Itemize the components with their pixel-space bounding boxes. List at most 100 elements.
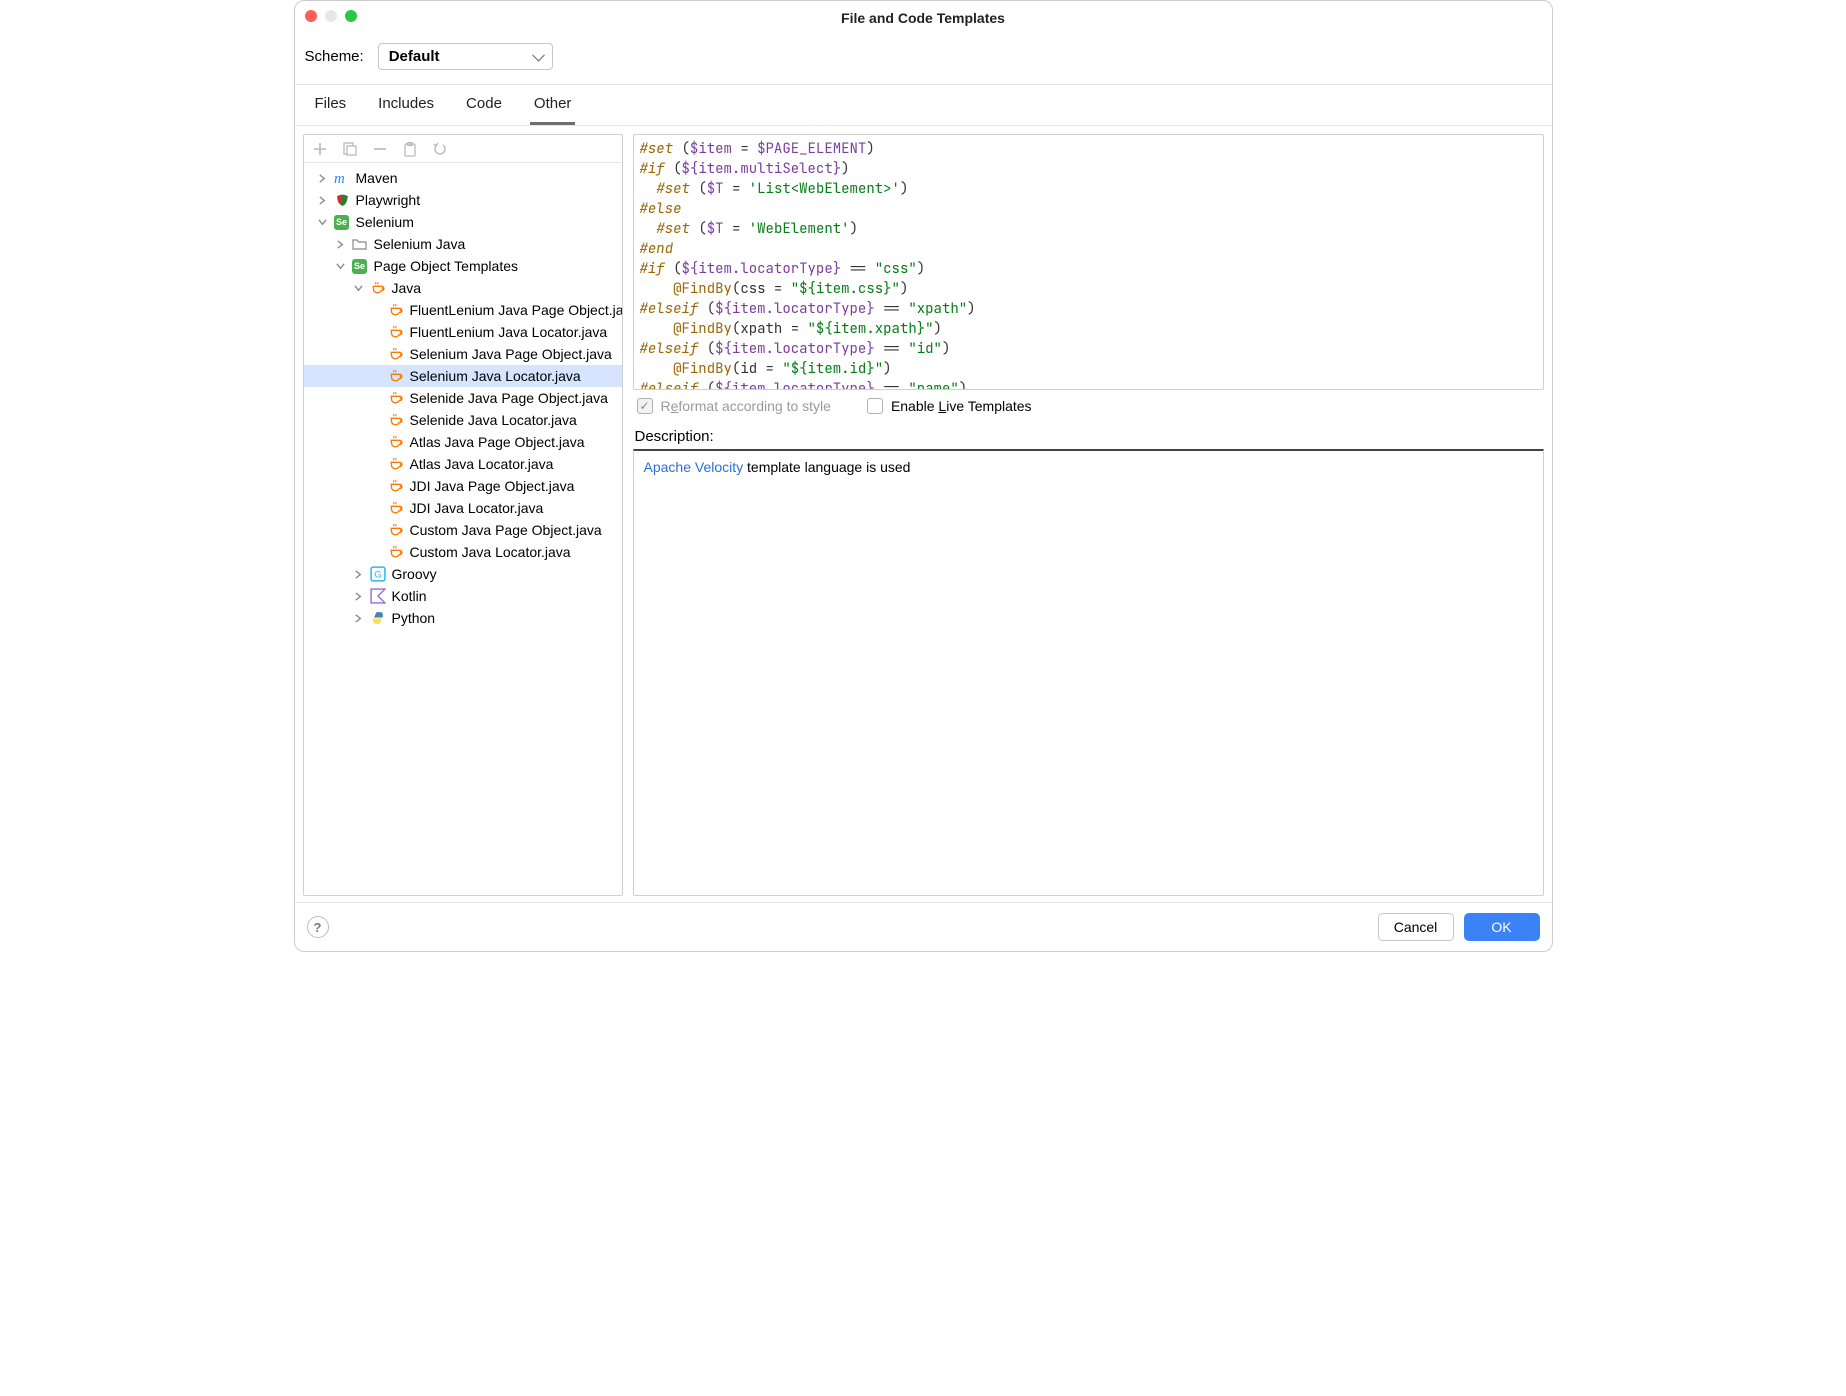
tree-item-label: FluentLenium Java Locator.java xyxy=(410,324,608,340)
tree-item[interactable]: Atlas Java Locator.java xyxy=(304,453,622,475)
window-controls xyxy=(305,10,357,22)
maven-icon xyxy=(334,170,350,186)
scheme-label: Scheme: xyxy=(305,48,364,65)
tree-item[interactable]: Se Page Object Templates xyxy=(304,255,622,277)
live-templates-label: Enable Live Templates xyxy=(891,398,1032,414)
java-icon xyxy=(388,390,404,406)
scheme-select[interactable]: Default xyxy=(378,43,553,70)
tree-item[interactable]: Java xyxy=(304,277,622,299)
tree-item[interactable]: Selenium Java Locator.java xyxy=(304,365,622,387)
tree-item[interactable]: Se Selenium xyxy=(304,211,622,233)
java-icon xyxy=(388,346,404,362)
tree-item-label: JDI Java Page Object.java xyxy=(410,478,575,494)
close-icon[interactable] xyxy=(305,10,317,22)
chevron-right-icon[interactable] xyxy=(336,239,346,249)
chevron-right-icon[interactable] xyxy=(354,613,364,623)
cancel-button[interactable]: Cancel xyxy=(1378,913,1454,941)
java-icon xyxy=(388,324,404,340)
tree-item-label: FluentLenium Java Page Object.java xyxy=(410,302,622,318)
ok-button[interactable]: OK xyxy=(1464,913,1540,941)
tree-item[interactable]: Custom Java Page Object.java xyxy=(304,519,622,541)
kotlin-icon xyxy=(370,588,386,604)
tree-item-label: Groovy xyxy=(392,566,437,582)
java-icon xyxy=(388,478,404,494)
tab-other[interactable]: Other xyxy=(530,85,576,125)
tree-item[interactable]: FluentLenium Java Page Object.java xyxy=(304,299,622,321)
playwright-icon xyxy=(334,192,350,208)
selenium-icon: Se xyxy=(352,258,368,274)
java-icon xyxy=(388,522,404,538)
chevron-right-icon[interactable] xyxy=(354,591,364,601)
tree-item[interactable]: Custom Java Locator.java xyxy=(304,541,622,563)
chevron-down-icon[interactable] xyxy=(318,217,328,227)
description-label: Description: xyxy=(633,422,1544,449)
help-icon[interactable]: ? xyxy=(307,916,329,938)
chevron-right-icon[interactable] xyxy=(354,569,364,579)
tree-item-label: Selenium xyxy=(356,214,414,230)
folder-icon xyxy=(352,236,368,252)
remove-icon[interactable] xyxy=(372,141,388,157)
tree-item[interactable]: FluentLenium Java Locator.java xyxy=(304,321,622,343)
tree-item-label: Selenium Java Page Object.java xyxy=(410,346,612,362)
template-toolbar xyxy=(304,135,622,163)
tab-code[interactable]: Code xyxy=(462,85,506,125)
java-icon xyxy=(388,412,404,428)
tree-item-label: Selenide Java Locator.java xyxy=(410,412,577,428)
tree-item[interactable]: Selenium Java xyxy=(304,233,622,255)
minimize-icon[interactable] xyxy=(325,10,337,22)
tree-item[interactable]: Python xyxy=(304,607,622,629)
tree-item[interactable]: Selenide Java Locator.java xyxy=(304,409,622,431)
java-icon xyxy=(388,500,404,516)
tab-files[interactable]: Files xyxy=(311,85,351,125)
tree-item-label: Selenium Java Locator.java xyxy=(410,368,581,384)
python-icon xyxy=(370,610,386,626)
chevron-right-icon[interactable] xyxy=(318,195,328,205)
titlebar: File and Code Templates xyxy=(295,1,1552,35)
chevron-down-icon[interactable] xyxy=(354,283,364,293)
tree-item-label: Java xyxy=(392,280,422,296)
tree-item-label: Page Object Templates xyxy=(374,258,519,274)
template-code-editor[interactable]: #set ($item = $PAGE_ELEMENT)#if (${item.… xyxy=(633,134,1544,390)
tree-item-label: Atlas Java Page Object.java xyxy=(410,434,585,450)
java-icon xyxy=(370,280,386,296)
tree-item[interactable]: JDI Java Locator.java xyxy=(304,497,622,519)
live-templates-option[interactable]: Enable Live Templates xyxy=(867,398,1032,414)
groovy-icon xyxy=(370,566,386,582)
java-icon xyxy=(388,368,404,384)
tree-item[interactable]: Atlas Java Page Object.java xyxy=(304,431,622,453)
tree-item[interactable]: JDI Java Page Object.java xyxy=(304,475,622,497)
java-icon xyxy=(388,456,404,472)
description-box: Apache Velocity template language is use… xyxy=(633,449,1544,896)
chevron-down-icon[interactable] xyxy=(336,261,346,271)
zoom-icon[interactable] xyxy=(345,10,357,22)
tree-item[interactable]: Maven xyxy=(304,167,622,189)
tree-item-label: JDI Java Locator.java xyxy=(410,500,544,516)
add-icon[interactable] xyxy=(312,141,328,157)
tree-item-label: Kotlin xyxy=(392,588,427,604)
java-icon xyxy=(388,302,404,318)
tree-item-label: Custom Java Page Object.java xyxy=(410,522,602,538)
chevron-right-icon[interactable] xyxy=(318,173,328,183)
tab-includes[interactable]: Includes xyxy=(374,85,438,125)
tree-item-label: Atlas Java Locator.java xyxy=(410,456,554,472)
java-icon xyxy=(388,434,404,450)
tree-item[interactable]: Playwright xyxy=(304,189,622,211)
tree-item-label: Custom Java Locator.java xyxy=(410,544,571,560)
java-icon xyxy=(388,544,404,560)
scheme-value: Default xyxy=(389,48,440,65)
tree-item[interactable]: Selenium Java Page Object.java xyxy=(304,343,622,365)
velocity-link[interactable]: Apache Velocity xyxy=(644,459,744,475)
live-templates-checkbox[interactable] xyxy=(867,398,883,414)
tree-item[interactable]: Selenide Java Page Object.java xyxy=(304,387,622,409)
undo-icon[interactable] xyxy=(432,141,448,157)
template-tree[interactable]: MavenPlaywrightSeSeleniumSelenium JavaSe… xyxy=(304,163,622,895)
tree-item-label: Playwright xyxy=(356,192,421,208)
clipboard-icon[interactable] xyxy=(402,141,418,157)
tree-item[interactable]: Groovy xyxy=(304,563,622,585)
window-title: File and Code Templates xyxy=(841,10,1005,26)
selenium-icon: Se xyxy=(334,214,350,230)
tree-item[interactable]: Kotlin xyxy=(304,585,622,607)
copy-template-icon[interactable] xyxy=(342,141,358,157)
template-list-panel: MavenPlaywrightSeSeleniumSelenium JavaSe… xyxy=(303,134,623,896)
tree-item-label: Selenide Java Page Object.java xyxy=(410,390,608,406)
